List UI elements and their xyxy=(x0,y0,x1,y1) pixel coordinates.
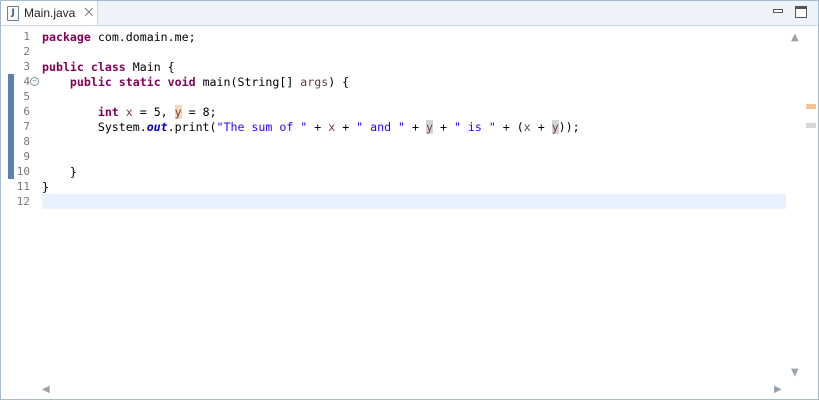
code-token: static xyxy=(118,75,161,89)
code-token: y xyxy=(426,120,433,134)
code-token: int xyxy=(97,105,119,119)
java-file-icon: J xyxy=(7,5,19,21)
code-token: com.domain.me; xyxy=(90,30,196,44)
line-number: 2 xyxy=(23,45,30,58)
code-token: + xyxy=(405,120,426,134)
tab-title: Main.java xyxy=(24,6,76,20)
code-line-text: int x = 5, y = 8; xyxy=(42,105,217,119)
scroll-up-icon[interactable]: ▲ xyxy=(791,32,799,43)
line-number-gutter: 1 2 3 4 5 6 7 8 9 10 11 12− xyxy=(15,26,39,381)
occurrence-marker[interactable] xyxy=(806,123,816,128)
code-token: void xyxy=(167,75,196,89)
editor-tab-main-java[interactable]: J Main.java ⨉ xyxy=(1,1,98,25)
line-number: 12 xyxy=(16,195,30,208)
code-token: main(String[] xyxy=(195,75,301,89)
code-token: x xyxy=(523,120,531,134)
code-token: = 5, xyxy=(132,105,175,119)
code-token: class xyxy=(90,60,126,74)
code-token: x xyxy=(125,105,133,119)
editor-tab-bar: J Main.java ⨉ xyxy=(1,1,818,26)
code-token: ) { xyxy=(328,75,350,89)
code-line[interactable]: public class Main { xyxy=(42,59,786,74)
maximize-icon[interactable] xyxy=(795,6,807,18)
line-number: 8 xyxy=(23,135,30,148)
minimize-icon[interactable] xyxy=(772,6,783,16)
code-line[interactable] xyxy=(42,134,786,149)
code-token: y xyxy=(551,120,559,134)
code-line[interactable]: } xyxy=(42,179,786,194)
line-number: 10 xyxy=(16,165,30,178)
code-token: )); xyxy=(558,120,580,134)
code-line[interactable]: } xyxy=(42,164,786,179)
code-token: } xyxy=(42,165,77,179)
code-area[interactable]: package com.domain.me; public class Main … xyxy=(42,26,786,381)
code-token: + xyxy=(307,120,329,134)
overview-ruler[interactable] xyxy=(804,26,816,381)
occurrence-marker[interactable] xyxy=(806,104,816,109)
line-number: 3 xyxy=(23,60,30,73)
code-token: " and " xyxy=(356,120,406,134)
code-token: + xyxy=(530,120,552,134)
code-token: args xyxy=(300,75,329,89)
code-editor[interactable]: 1 2 3 4 5 6 7 8 9 10 11 12− package com.domain.me; p… xyxy=(1,26,818,399)
code-token: System. xyxy=(42,120,147,134)
line-number: 11 xyxy=(16,180,30,193)
code-line-text: public class Main { xyxy=(42,60,175,74)
code-line[interactable]: package com.domain.me; xyxy=(42,29,786,44)
code-line-text: } xyxy=(42,165,77,179)
code-line-text: public static void main(String[] args) { xyxy=(42,75,349,89)
code-token: Main { xyxy=(125,60,175,74)
code-token: = 8; xyxy=(181,105,217,119)
code-line[interactable]: System.out.print("The sum of " + x + " a… xyxy=(42,119,786,134)
code-token: public xyxy=(42,60,84,74)
line-number: 5 xyxy=(23,90,30,103)
line-number: 1 xyxy=(23,30,30,43)
code-token: } xyxy=(42,180,49,194)
editor-window: J Main.java ⨉ 1 2 3 4 5 6 7 8 9 10 11 12− package c… xyxy=(0,0,819,400)
code-line[interactable] xyxy=(42,44,786,59)
code-line[interactable]: int x = 5, y = 8; xyxy=(42,104,786,119)
code-line[interactable] xyxy=(42,149,786,164)
code-token: y xyxy=(174,105,182,119)
line-number: 7 xyxy=(23,120,30,133)
scroll-right-icon[interactable]: ▶ xyxy=(774,384,782,395)
line-number: 6 xyxy=(23,105,30,118)
code-line-text: } xyxy=(42,180,49,194)
code-line[interactable] xyxy=(42,89,786,104)
code-line[interactable] xyxy=(42,194,786,209)
scroll-left-icon[interactable]: ◀ xyxy=(42,384,50,395)
vertical-scrollbar[interactable]: ▲ ▼ xyxy=(788,26,803,381)
line-number: 9 xyxy=(23,150,30,163)
scroll-down-icon[interactable]: ▼ xyxy=(791,367,799,378)
fold-collapse-icon[interactable]: − xyxy=(30,77,39,86)
code-token: public xyxy=(69,75,112,89)
code-line-text: package com.domain.me; xyxy=(42,30,196,44)
horizontal-scrollbar[interactable]: ◀ ▶ xyxy=(41,382,788,398)
code-line[interactable]: public static void main(String[] args) { xyxy=(42,74,786,89)
line-number: 4 xyxy=(23,75,30,88)
code-token: "The sum of " xyxy=(216,120,308,134)
code-line-text: System.out.print("The sum of " + x + " a… xyxy=(42,120,580,134)
code-token: .print( xyxy=(167,120,217,134)
code-token: package xyxy=(42,30,91,44)
code-token: + ( xyxy=(495,120,524,134)
close-icon[interactable]: ⨉ xyxy=(84,6,93,20)
code-token: out xyxy=(146,120,168,134)
code-token: " is " xyxy=(453,120,496,134)
code-token: + xyxy=(335,120,357,134)
code-token: + xyxy=(432,120,454,134)
